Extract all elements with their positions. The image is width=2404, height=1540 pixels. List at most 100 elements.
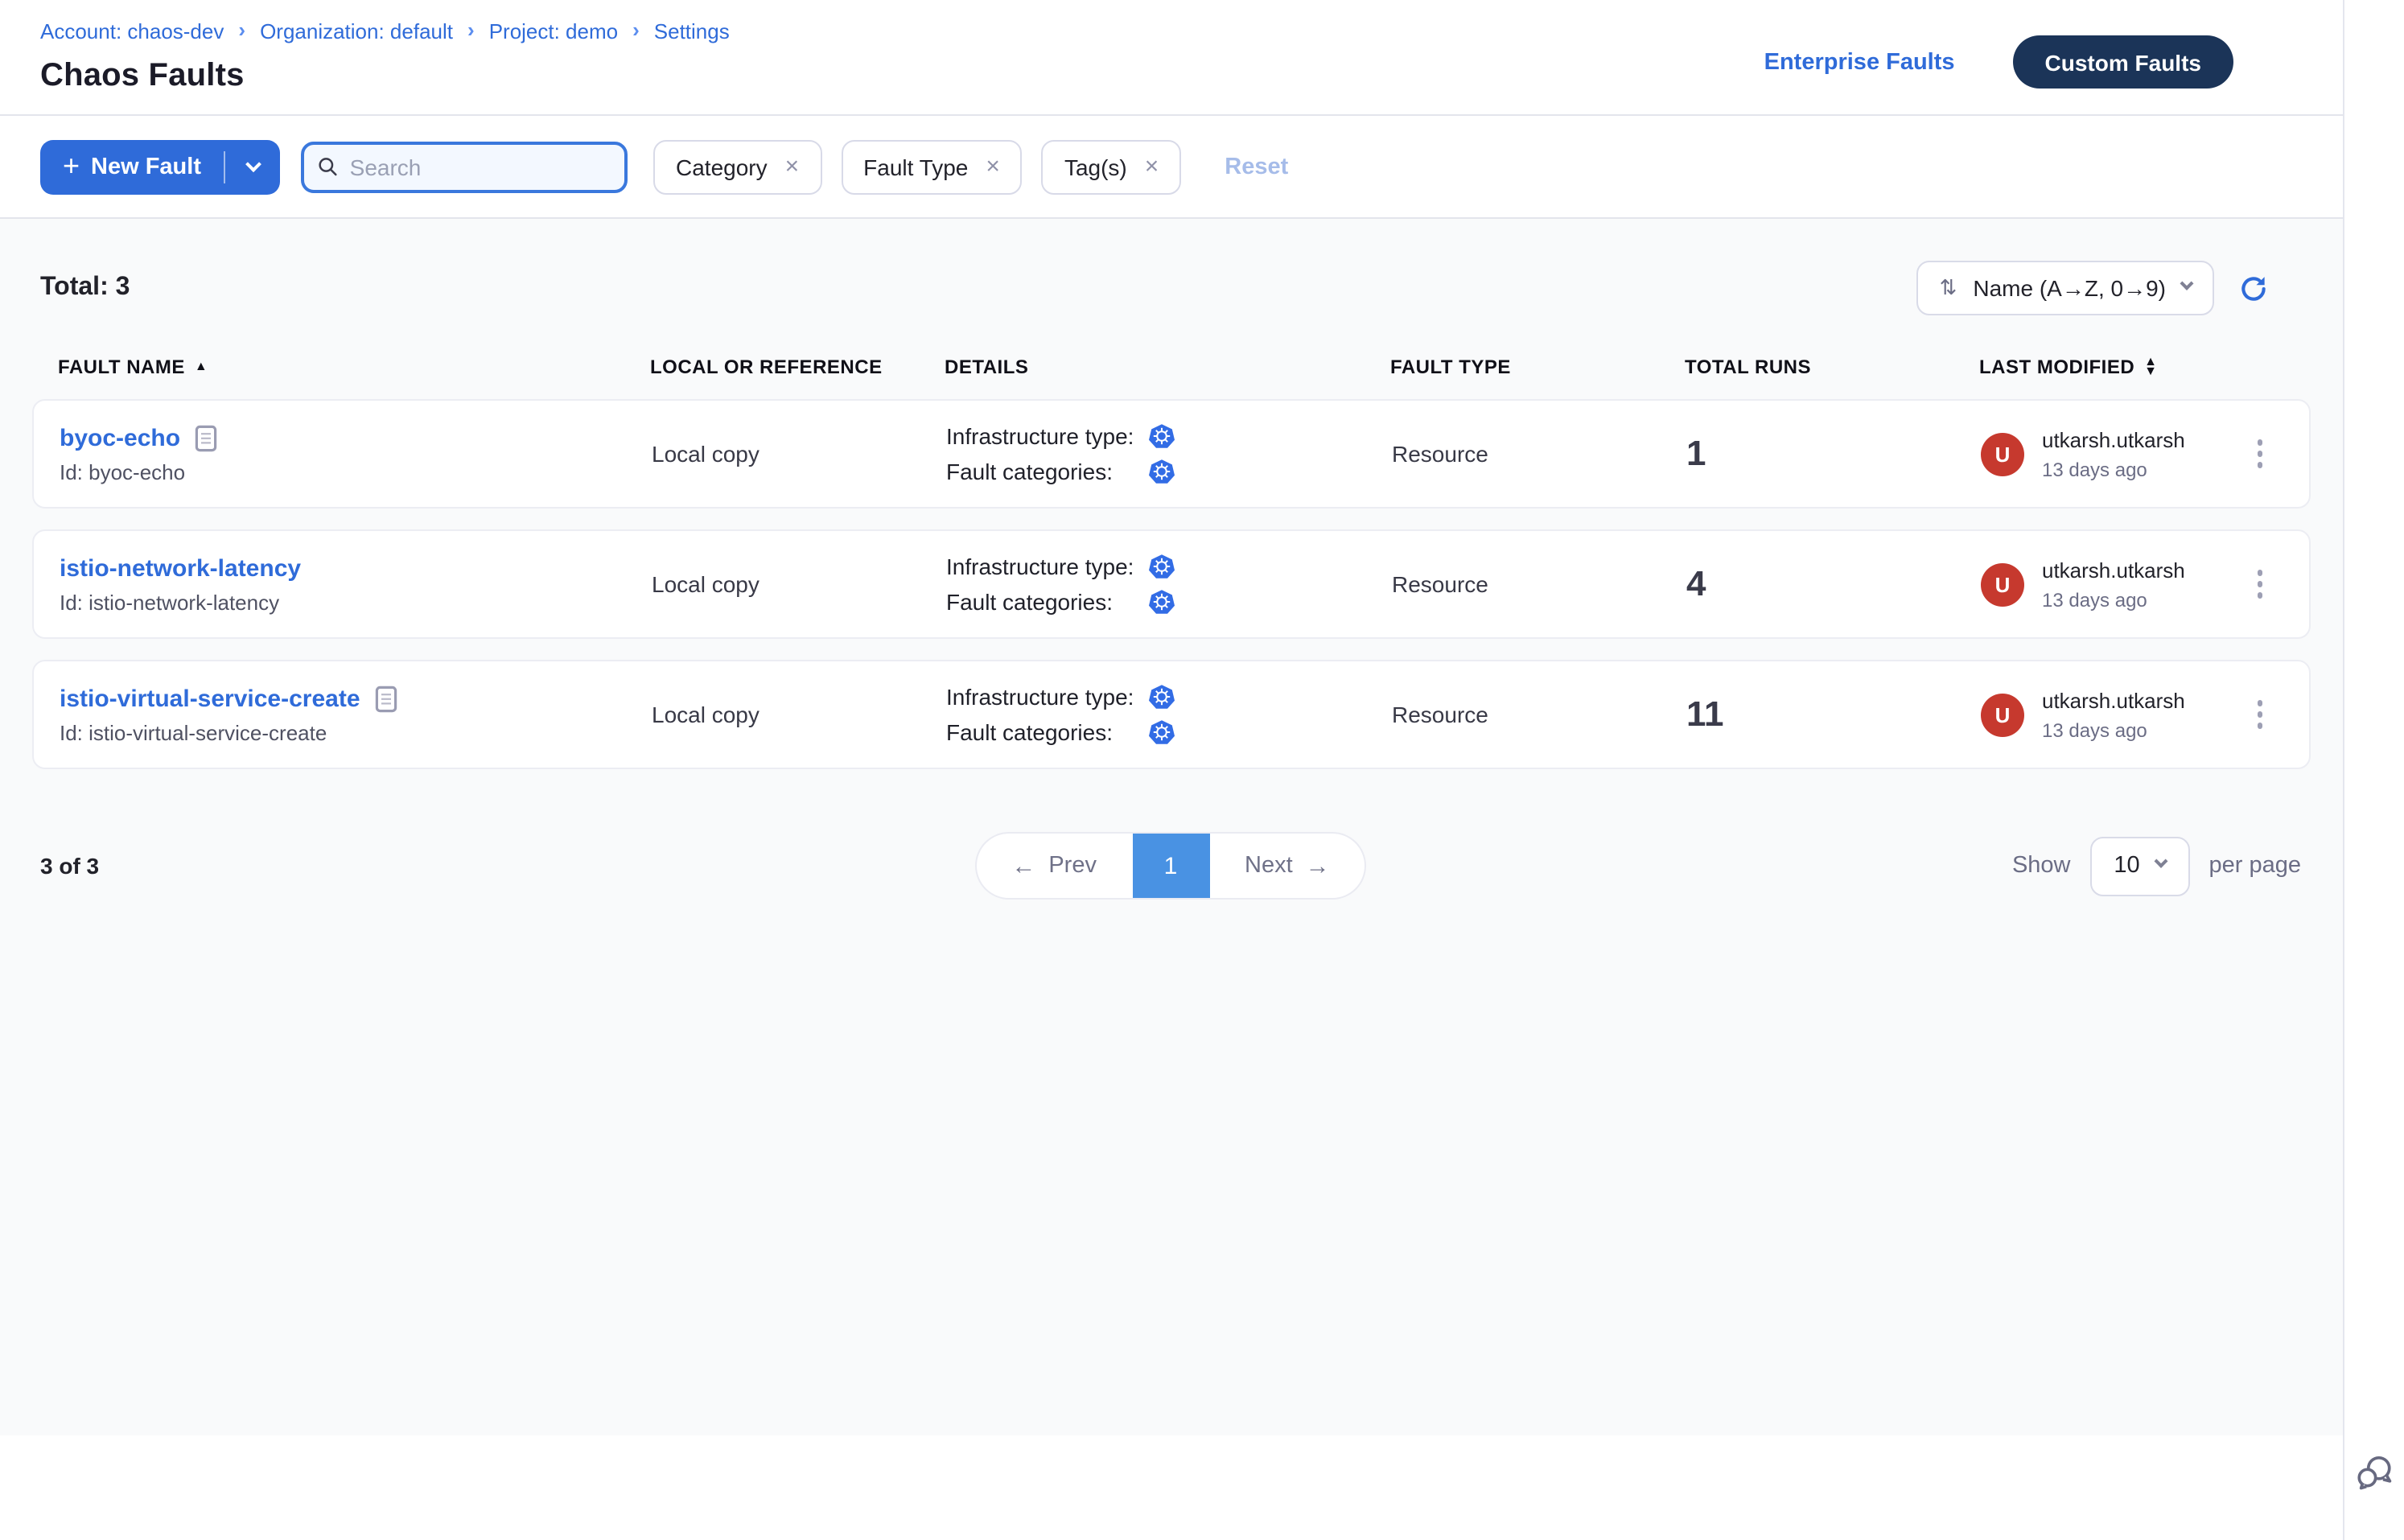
- fault-type-cell: Resource: [1392, 702, 1686, 727]
- sort-dropdown[interactable]: ⇅ Name (A→Z, 0→9): [1917, 261, 2214, 315]
- sort-dropdown-value: Name (A→Z, 0→9): [1973, 275, 2166, 301]
- total-runs-cell: 1: [1686, 433, 1981, 475]
- total-count: Total: 3: [40, 274, 130, 303]
- filter-chip-label: Fault Type: [863, 154, 968, 179]
- row-menu-button[interactable]: [2249, 561, 2270, 608]
- infrastructure-type-label: Infrastructure type:: [946, 554, 1149, 579]
- table-row[interactable]: byoc-echo Id: byoc-echo Local copy Infra…: [32, 399, 2311, 509]
- document-icon[interactable]: [375, 685, 397, 712]
- row-menu-button[interactable]: [2249, 691, 2270, 739]
- local-or-reference-cell: Local copy: [652, 702, 946, 727]
- new-fault-dropdown-button[interactable]: [225, 139, 280, 194]
- fault-name-link[interactable]: istio-network-latency: [60, 554, 301, 582]
- breadcrumb-separator-icon: ›: [632, 18, 640, 42]
- avatar: U: [1981, 693, 2024, 736]
- arrow-left-icon: ←: [1011, 852, 1035, 879]
- kubernetes-icon[interactable]: [1149, 554, 1175, 579]
- pagination-summary: 3 of 3: [40, 853, 394, 879]
- page-size-select[interactable]: 10: [2090, 836, 2190, 896]
- close-icon[interactable]: ×: [986, 154, 1000, 179]
- fault-categories-label: Fault categories:: [946, 719, 1149, 745]
- modified-info: utkarsh.utkarsh 13 days ago: [2042, 688, 2185, 741]
- chevron-down-icon: [245, 156, 261, 172]
- close-icon[interactable]: ×: [785, 154, 800, 179]
- column-label: DETAILS: [945, 356, 1028, 378]
- document-icon[interactable]: [195, 424, 217, 451]
- next-page-button[interactable]: Next →: [1209, 834, 1365, 898]
- row-menu-button[interactable]: [2249, 430, 2270, 478]
- infrastructure-type-label: Infrastructure type:: [946, 423, 1149, 449]
- modified-by: utkarsh.utkarsh: [2042, 558, 2185, 582]
- local-or-reference-cell: Local copy: [652, 441, 946, 467]
- prev-page-button[interactable]: ← Prev: [976, 834, 1132, 898]
- modified-by: utkarsh.utkarsh: [2042, 427, 2185, 451]
- breadcrumb-separator-icon: ›: [238, 18, 245, 42]
- breadcrumb-account-link[interactable]: Account: chaos-dev: [40, 19, 224, 43]
- table-row[interactable]: istio-network-latency Id: istio-network-…: [32, 529, 2311, 639]
- breadcrumb-organization-link[interactable]: Organization: default: [260, 19, 453, 43]
- main-column: Account: chaos-dev › Organization: defau…: [0, 0, 2343, 1540]
- close-icon[interactable]: ×: [1145, 154, 1159, 179]
- right-rail: [2343, 0, 2404, 1540]
- avatar: U: [1981, 432, 2024, 476]
- modified-info: utkarsh.utkarsh 13 days ago: [2042, 558, 2185, 611]
- fault-name-link[interactable]: byoc-echo: [60, 424, 180, 451]
- chevron-down-icon: [2154, 854, 2167, 868]
- breadcrumb-project-link[interactable]: Project: demo: [489, 19, 618, 43]
- arrow-right-icon: →: [1306, 852, 1330, 879]
- column-header-fault-type: FAULT TYPE: [1390, 356, 1685, 378]
- column-label: TOTAL RUNS: [1685, 356, 1811, 378]
- next-label: Next: [1245, 853, 1293, 879]
- new-fault-label: New Fault: [91, 154, 201, 179]
- help-chat-button[interactable]: [2353, 1451, 2395, 1501]
- total-runs-cell: 4: [1686, 563, 1981, 605]
- filter-chip-tags[interactable]: Tag(s) ×: [1042, 139, 1181, 194]
- fault-name-cell: byoc-echo Id: byoc-echo: [60, 424, 652, 484]
- column-header-total-runs: TOTAL RUNS: [1685, 356, 1979, 378]
- kubernetes-icon[interactable]: [1149, 719, 1175, 745]
- enterprise-faults-link[interactable]: Enterprise Faults: [1764, 49, 1955, 75]
- header-actions: Enterprise Faults Custom Faults: [1764, 35, 2233, 89]
- last-modified-cell: U utkarsh.utkarsh 13 days ago: [1981, 688, 2283, 741]
- page-size-group: Show 10 per page: [1947, 836, 2301, 896]
- fault-name-link[interactable]: istio-virtual-service-create: [60, 685, 360, 712]
- last-modified-cell: U utkarsh.utkarsh 13 days ago: [1981, 427, 2283, 480]
- breadcrumb-settings-link[interactable]: Settings: [654, 19, 730, 43]
- column-header-fault-name[interactable]: FAULT NAME ▲: [58, 356, 650, 378]
- current-page-button[interactable]: 1: [1132, 834, 1209, 898]
- column-label: FAULT TYPE: [1390, 356, 1511, 378]
- reset-filters-button[interactable]: Reset: [1225, 154, 1288, 179]
- column-label: LOCAL OR REFERENCE: [650, 356, 883, 378]
- modified-time: 13 days ago: [2042, 458, 2185, 480]
- table-row[interactable]: istio-virtual-service-create Id: istio-v…: [32, 660, 2311, 769]
- modified-time: 13 days ago: [2042, 588, 2185, 611]
- plus-icon: +: [63, 150, 80, 179]
- search-icon: [317, 154, 339, 179]
- kubernetes-icon[interactable]: [1149, 589, 1175, 615]
- total-runs-cell: 11: [1686, 694, 1981, 735]
- search-input[interactable]: [350, 154, 611, 179]
- page-header: Account: chaos-dev › Organization: defau…: [0, 0, 2343, 114]
- pagination-row: 3 of 3 ← Prev 1 Next → Show 10: [32, 834, 2311, 898]
- kubernetes-icon[interactable]: [1149, 423, 1175, 449]
- column-header-local-or-reference: LOCAL OR REFERENCE: [650, 356, 945, 378]
- filter-chip-label: Tag(s): [1064, 154, 1127, 179]
- refresh-button[interactable]: [2238, 273, 2269, 303]
- modified-by: utkarsh.utkarsh: [2042, 688, 2185, 712]
- local-or-reference-cell: Local copy: [652, 571, 946, 597]
- kubernetes-icon[interactable]: [1149, 684, 1175, 710]
- fault-id: Id: istio-virtual-service-create: [60, 720, 652, 744]
- triangle-down-icon: ▼: [2144, 367, 2157, 377]
- pagination: ← Prev 1 Next →: [976, 834, 1365, 898]
- kubernetes-icon[interactable]: [1149, 459, 1175, 484]
- fault-categories-label: Fault categories:: [946, 589, 1149, 615]
- content-area: Total: 3 ⇅ Name (A→Z, 0→9): [0, 219, 2343, 1435]
- filter-chip-category[interactable]: Category ×: [653, 139, 821, 194]
- avatar: U: [1981, 562, 2024, 606]
- custom-faults-button[interactable]: Custom Faults: [2013, 35, 2233, 89]
- sort-arrows-icon: ⇅: [1940, 275, 1957, 301]
- refresh-icon: [2238, 273, 2269, 303]
- filter-chip-fault-type[interactable]: Fault Type ×: [841, 139, 1023, 194]
- new-fault-button[interactable]: + New Fault: [40, 139, 280, 194]
- column-header-last-modified[interactable]: LAST MODIFIED ▲ ▼: [1979, 356, 2285, 378]
